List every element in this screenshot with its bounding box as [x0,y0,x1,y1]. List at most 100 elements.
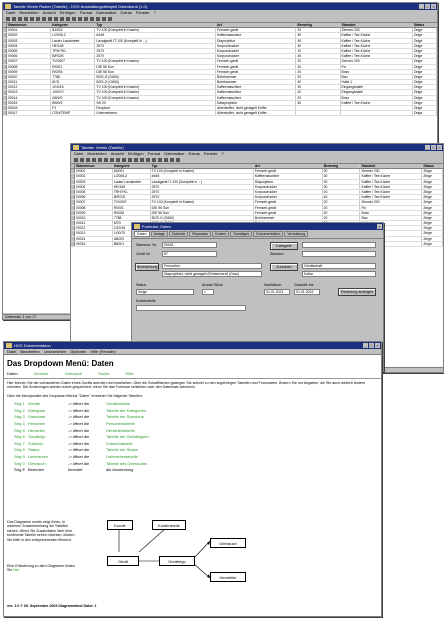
table-cell[interactable]: BOS-G (G650) [151,215,254,221]
table-cell[interactable]: 6/7D [51,80,96,85]
table-cell[interactable]: 20 [296,64,341,69]
toolbar-button-icon[interactable] [158,158,162,162]
table-cell[interactable]: Zeige [422,221,443,226]
table-cell[interactable]: #448 [151,174,254,179]
column-header[interactable]: Stammnum [75,164,113,169]
table-cell[interactable]: Zeige [422,169,443,174]
table-cell[interactable]: 00012 [7,85,52,90]
column-header[interactable]: Stammnum [7,23,52,28]
kategorie-button[interactable]: Kategorie [270,242,298,250]
shortcut-target[interactable]: Herstellertabelle [106,428,135,435]
table-cell[interactable]: 10 [323,189,361,195]
help-nav-link[interactable]: Daten [7,371,18,376]
table-cell[interactable] [341,111,413,116]
table-cell[interactable]: Kaffeemaschine [216,33,297,38]
close-icon[interactable]: × [437,145,442,150]
table-cell[interactable]: Zeige [413,106,437,111]
table-cell[interactable]: Korpusdrucker [216,54,297,59]
table-cell[interactable]: Kaffee / Tee-Küche [360,179,423,184]
bezeichnung-button[interactable]: Bezeichnung [135,263,159,271]
table-cell[interactable]: 00014 [7,95,52,100]
table-cell[interactable]: Zeige [422,179,443,184]
stammnr-field[interactable]: 00001 [162,242,217,248]
table-cell[interactable]: 20 [323,210,361,215]
table-cell[interactable]: Zimmer 200 [360,200,423,205]
table-cell[interactable]: 20 [323,200,361,205]
dialog-tab[interactable]: Dokumentation [253,231,284,237]
menu-item[interactable]: Lesezeichen [44,349,66,354]
table-cell[interactable]: Reuptool [95,106,216,111]
menu-item[interactable]: Bearbeiten [20,349,39,354]
column-header[interactable]: Kategorie [51,23,96,28]
shortcut-name[interactable]: Gebrauch [28,461,68,468]
table-cell[interactable]: L/2006-2 [113,174,151,179]
table-cell[interactable]: 20 [323,169,361,174]
table-cell[interactable]: Kaffeemaschine [216,95,297,100]
kostenstelle-select[interactable] [136,305,246,311]
table-cell[interactable]: Aktenkoffer, nicht genagelt Koffer [216,111,297,116]
table-cell[interactable]: 00004 [7,43,52,48]
toolbar-button-icon[interactable] [164,158,168,162]
toolbar-button-icon[interactable] [134,158,138,162]
table-cell[interactable]: 00007 [7,59,52,64]
shortcut-target[interactable]: Gerätetabelle [106,401,130,408]
menu-item[interactable]: Datei [7,349,16,354]
toolbar-button-icon[interactable] [66,17,70,21]
table-cell[interactable]: 7788 [51,74,96,80]
menu-item[interactable]: Einfügen [60,10,76,16]
toolbar-button-icon[interactable] [18,17,22,21]
table-cell[interactable]: 00015 [7,100,52,105]
beschreibung-field[interactable]: Diaprojektor, nicht genagelt (Einfachwer… [162,271,262,277]
table-cell[interactable]: Zeige [422,236,443,241]
table-cell[interactable]: Kaffee / Tee-Küche [341,54,413,59]
table-cell[interactable]: 20 [323,215,361,221]
table-cell[interactable]: Zeige [413,69,437,74]
table-cell[interactable]: Zeige [422,189,443,195]
table-cell[interactable]: Kaffee / Tee-Küche [341,100,413,105]
table-cell[interactable]: 40 [323,195,361,200]
maximize-icon[interactable]: □ [431,145,436,150]
column-header[interactable]: Typ [151,164,254,169]
table-cell[interactable]: 2570 [95,54,216,59]
menu-item[interactable]: Format [148,151,161,157]
table-cell[interactable]: 2570 [95,43,216,48]
menu-item[interactable]: ? [153,10,155,16]
toolbar-button-icon[interactable] [24,17,28,21]
table-cell[interactable]: Unternehmen [95,111,216,116]
help-nav-link[interactable]: Hilfe [126,371,134,376]
help-nav-link[interactable]: Zubehör [34,371,49,376]
table-cell[interactable]: Lavalgerät IT-100 (Komplett in ...) [151,179,254,184]
column-header[interactable]: Art [254,164,323,169]
menu-item[interactable]: Datensätze [96,10,116,16]
toolbar-button-icon[interactable] [116,158,120,162]
table-cell[interactable]: Boss [341,69,413,74]
bezeichnung-field[interactable]: Fernseher [162,263,262,269]
table-cell[interactable]: Korpusdrucker [254,184,323,189]
table-cell[interactable]: Kaffeemaschine [216,85,297,90]
menu-item[interactable]: Datei [6,10,15,16]
table-cell[interactable]: Aktenkoffer, nicht genagelt Koffer [216,106,297,111]
table-cell[interactable]: Zeige [422,241,443,246]
table-cell[interactable]: 30 [296,33,341,38]
table-cell[interactable]: Fix [341,64,413,69]
table-cell[interactable]: 20 [296,28,341,33]
table-cell[interactable]: 00003 [75,179,113,184]
table-cell[interactable]: 20 [296,69,341,74]
table-cell[interactable]: 00006 [7,54,52,59]
table-cell[interactable]: 30 [323,184,361,189]
table-cell[interactable]: 00012 [75,226,113,231]
table-cell[interactable]: Korpusdrucker [254,189,323,195]
table-cell[interactable]: BOS-G (G650) [95,74,216,80]
table-cell[interactable]: Korpusdrucker [254,195,323,200]
minimize-icon[interactable]: _ [425,145,430,150]
diagram-box-geraet[interactable]: Gerät [107,556,139,566]
table-cell[interactable]: DIE 56 Son [151,205,254,210]
geraet-field[interactable]: 87 [162,251,217,257]
table-cell[interactable]: TV 100 (Komplett in Kasten) [95,28,216,33]
table-cell[interactable]: Dataprojektor [216,100,297,105]
table-cell[interactable]: 00011 [7,80,52,85]
toolbar-button-icon[interactable] [30,17,34,21]
diagram-box-kunde[interactable]: Kunde [107,520,133,530]
toolbar-button-icon[interactable] [74,158,78,162]
table-cell[interactable]: Zeige [413,64,437,69]
